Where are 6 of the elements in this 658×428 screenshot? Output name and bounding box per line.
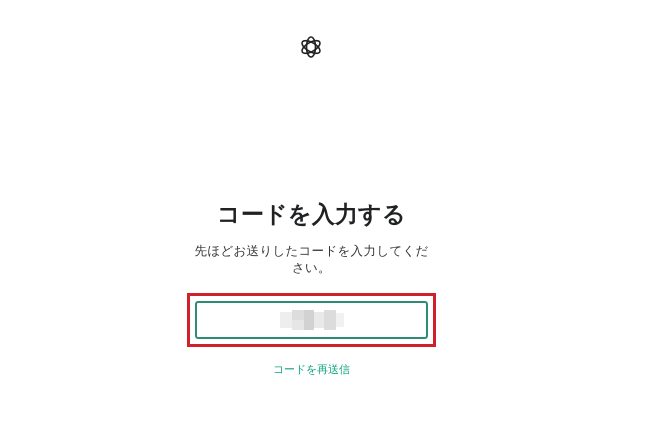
logo-icon <box>299 35 323 59</box>
resend-code-link[interactable]: コードを再送信 <box>273 362 350 377</box>
page-heading: コードを入力する <box>217 201 406 230</box>
code-input-field[interactable] <box>195 301 428 339</box>
redaction-mosaic <box>280 310 344 330</box>
instruction-text: 先ほどお送りしたコードを入力してください。 <box>194 242 430 276</box>
